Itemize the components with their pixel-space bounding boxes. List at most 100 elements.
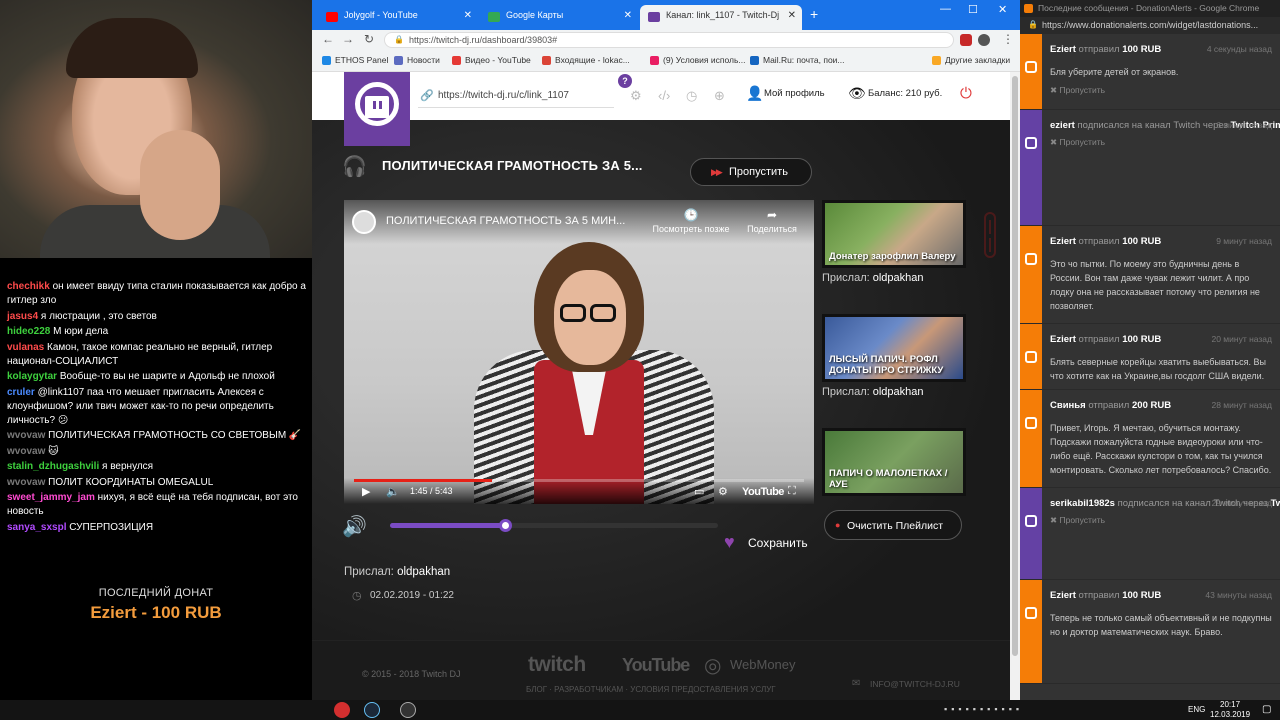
bookmark-item[interactable]: Видео - YouTube xyxy=(452,55,531,65)
chat-username[interactable]: kolaygytar xyxy=(7,371,57,382)
chat-text: ПОЛИТИЧЕСКАЯ ГРАМОТНОСТЬ СО СВЕТОВЫМ 🎸 xyxy=(48,430,302,441)
language-indicator[interactable]: ENG xyxy=(1188,705,1205,714)
close-icon[interactable]: ✕ xyxy=(788,10,796,21)
webmoney-logo[interactable]: ◎ WebMoney xyxy=(704,655,796,677)
play-icon[interactable]: ▶ xyxy=(362,485,370,498)
bookmark-item[interactable]: ETHOS Panel xyxy=(322,55,388,65)
bookmark-item[interactable]: Новости xyxy=(394,55,440,65)
steam-icon[interactable] xyxy=(364,702,380,718)
menu-icon[interactable]: ⋮ xyxy=(1002,32,1014,46)
close-icon[interactable]: ✕ xyxy=(624,10,632,21)
twitch-dj-logo[interactable] xyxy=(344,72,410,146)
maximize-icon[interactable]: ☐ xyxy=(968,3,978,16)
tab-google-maps[interactable]: Google Карты ✕ xyxy=(480,5,638,30)
page-scrollbar[interactable] xyxy=(1010,72,1020,700)
system-tray[interactable]: ▪▪▪▪▪▪▪▪▪▪▪ xyxy=(944,704,1023,714)
speaker-icon[interactable]: 🔊 xyxy=(342,514,367,539)
channel-url-field[interactable]: 🔗 https://twitch-dj.ru/c/link_1107 xyxy=(418,86,614,108)
extension-icon[interactable] xyxy=(960,34,972,46)
history-clock-icon[interactable]: ◷ xyxy=(686,88,697,104)
tab-twitch-dj[interactable]: Канал: link_1107 - Twitch-Dj ✕ xyxy=(640,5,802,30)
chat-username[interactable]: chechikk xyxy=(7,281,50,292)
volume-slider[interactable] xyxy=(390,519,718,532)
queue-thumbnail[interactable]: Донатер зарофлил Валеру xyxy=(822,200,966,268)
bookmarks-bar: ETHOS Panel Новости Видео - YouTube Входящи… xyxy=(312,50,1020,72)
donation-type-stripe xyxy=(1020,390,1042,487)
chat-username[interactable]: hideo228 xyxy=(7,326,50,337)
queue-item[interactable]: ЛЫСЫЙ ПАПИЧ. РОФЛ ДОНАТЫ ПРО СТРИЖКУ Прис… xyxy=(822,314,966,398)
video-glasses-right xyxy=(590,304,616,322)
my-profile-link[interactable]: 👤 Мой профиль xyxy=(746,85,825,101)
chat-username[interactable]: stalin_dzhugashvili xyxy=(7,461,99,472)
volume-icon[interactable]: 🔈 xyxy=(386,485,400,498)
bookmark-item[interactable]: Mail.Ru: почта, пои... xyxy=(750,55,845,65)
volume-thumb[interactable] xyxy=(498,519,512,532)
logo-twitch-glyph xyxy=(365,96,389,118)
skip-alert-link[interactable]: ✖ Пропустить xyxy=(1050,85,1272,96)
skip-button[interactable]: ▶▶ Пропустить xyxy=(690,158,812,186)
youtube-logo[interactable]: YouTube xyxy=(622,655,690,676)
video-progress-bar[interactable] xyxy=(354,479,804,482)
settings-icon[interactable]: ⚙ xyxy=(718,485,728,498)
skip-alert-link[interactable]: ✖ Пропустить xyxy=(1050,137,1272,148)
skip-alert-link[interactable]: ✖ Пропустить xyxy=(1050,515,1272,526)
video-title[interactable]: ПОЛИТИЧЕСКАЯ ГРАМОТНОСТЬ ЗА 5 МИН... xyxy=(386,215,625,227)
queue-thumbnail[interactable]: ЛЫСЫЙ ПАПИЧ. РОФЛ ДОНАТЫ ПРО СТРИЖКУ xyxy=(822,314,966,382)
footer-email[interactable]: ✉ INFO@TWITCH-DJ.RU xyxy=(852,678,960,689)
reload-icon[interactable]: ↻ xyxy=(364,32,374,46)
profile-avatar-icon[interactable] xyxy=(978,34,990,46)
back-icon[interactable]: ← xyxy=(322,32,334,46)
save-button[interactable]: ♥ Сохранить xyxy=(724,532,808,552)
fullscreen-icon[interactable]: ⛶ xyxy=(788,485,796,498)
queue-sender-label: Прислал: xyxy=(822,272,870,284)
youtube-logo[interactable]: YouTube xyxy=(742,486,784,498)
chat-username[interactable]: wvovaw xyxy=(7,430,45,441)
queue-sender-name: oldpakhan xyxy=(872,272,924,284)
address-bar[interactable]: 🔒 https://twitch-dj.ru/dashboard/39803# xyxy=(384,32,954,48)
queue-thumbnail[interactable]: ПАПИЧ О МАЛОЛЕТКАХ / АУЕ xyxy=(822,428,966,496)
chat-username[interactable]: sanya_sxspl xyxy=(7,522,67,533)
obs-icon[interactable] xyxy=(400,702,416,718)
new-tab-icon[interactable]: + xyxy=(810,6,818,22)
settings-gear-icon[interactable]: ⚙ xyxy=(630,88,642,104)
volume-fill xyxy=(390,523,505,528)
clear-playlist-button[interactable]: ● Очистить Плейлист xyxy=(824,510,962,540)
channel-avatar[interactable] xyxy=(352,210,376,234)
code-icon[interactable]: ‹/› xyxy=(658,88,670,103)
bookmark-item[interactable]: Входящие - lokac... xyxy=(542,55,630,65)
balance-link[interactable]: 👁 Баланс: 210 руб. xyxy=(848,85,943,101)
chat-username[interactable]: wvovaw xyxy=(7,477,45,488)
close-icon[interactable]: ✕ xyxy=(464,10,472,21)
scrollbar-thumb[interactable] xyxy=(1012,76,1018,656)
app-icon[interactable] xyxy=(334,702,350,718)
share-button[interactable]: ➦ Поделиться xyxy=(742,208,802,234)
bookmark-item[interactable]: (9) Условия исполь... xyxy=(650,55,745,65)
notifications-icon[interactable]: ▢ xyxy=(1262,704,1271,715)
youtube-player[interactable]: ПОЛИТИЧЕСКАЯ ГРАМОТНОСТЬ ЗА 5 МИН... 🕒 П… xyxy=(344,200,814,504)
subtitles-icon[interactable]: ▭ xyxy=(694,485,704,498)
minimize-icon[interactable]: — xyxy=(940,3,951,15)
footer-links[interactable]: БЛОГ · РАЗРАБОТЧИКАМ · УСЛОВИЯ ПРЕДОСТАВ… xyxy=(526,685,776,694)
queue-item[interactable]: ПАПИЧ О МАЛОЛЕТКАХ / АУЕ xyxy=(822,428,966,496)
forward-icon[interactable]: → xyxy=(342,32,354,46)
queue-item[interactable]: Донатер зарофлил Валеру Прислал: oldpakha… xyxy=(822,200,966,284)
chat-username[interactable]: jasus4 xyxy=(7,311,38,322)
logout-power-icon[interactable]: ⏻ xyxy=(960,85,972,102)
chat-username[interactable]: wvovaw xyxy=(7,446,45,457)
watch-later-button[interactable]: 🕒 Посмотреть позже xyxy=(646,208,736,234)
chat-username[interactable]: cruler xyxy=(7,387,35,398)
heart-plus-icon: ♥ xyxy=(724,532,735,552)
add-icon[interactable]: ⊕ xyxy=(714,88,725,104)
queue-scroll-handle[interactable] xyxy=(984,212,996,258)
chat-username[interactable]: vulanas xyxy=(7,342,44,353)
close-window-icon[interactable]: ✕ xyxy=(998,3,1007,16)
donation-url-bar[interactable]: 🔒 https://www.donationalerts.com/widget/… xyxy=(1020,17,1280,34)
balance-label: Баланс: 210 руб. xyxy=(868,88,943,99)
bookmark-item[interactable]: Другие закладки xyxy=(932,55,1010,65)
clock[interactable]: 20:17 12.03.2019 xyxy=(1210,700,1250,720)
twitch-logo[interactable]: twitch xyxy=(528,653,586,677)
help-icon[interactable]: ? xyxy=(618,74,632,88)
chat-username[interactable]: sweet_jammy_jam xyxy=(7,492,95,503)
chat-message: cruler @link1107 паа что мешает пригласи… xyxy=(7,386,306,428)
tab-youtube[interactable]: Jolygolf - YouTube ✕ xyxy=(318,5,478,30)
